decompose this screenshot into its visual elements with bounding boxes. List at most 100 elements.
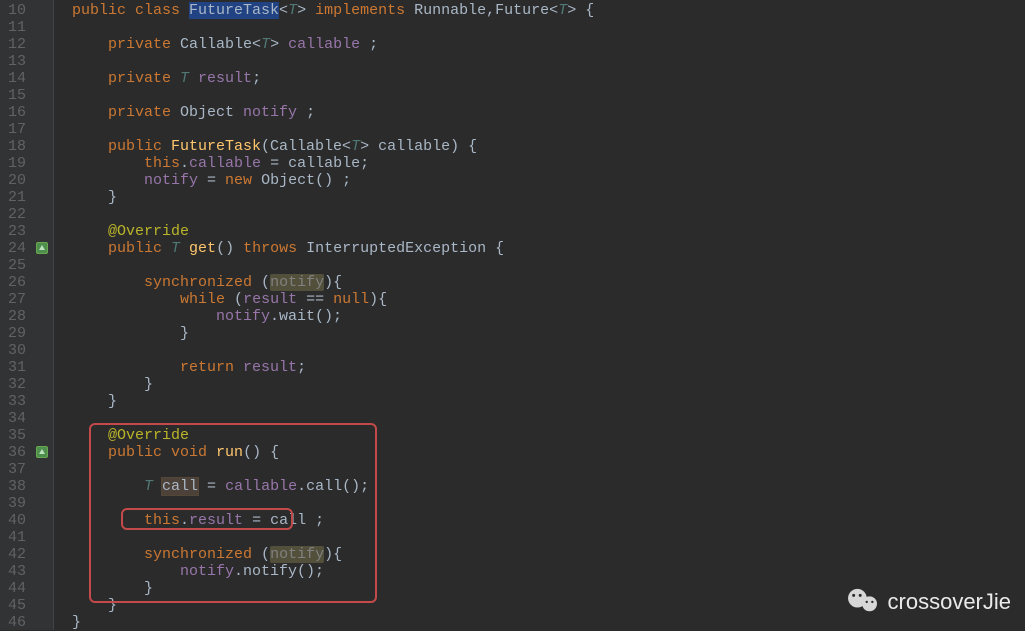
code-line[interactable]: T call = callable.call(); [72,478,1025,495]
line-number: 11 [4,19,26,36]
code-line[interactable]: this.callable = callable; [72,155,1025,172]
token: synchronized [144,546,261,563]
token: return [180,359,243,376]
token: get [189,240,216,257]
code-line[interactable]: this.result = call ; [72,512,1025,529]
line-number: 28 [4,308,26,325]
code-line[interactable]: while (result == null){ [72,291,1025,308]
code-line[interactable] [72,19,1025,36]
token: result [243,359,297,376]
token [72,580,144,597]
code-line[interactable]: private Callable<T> callable ; [72,36,1025,53]
code-line[interactable]: } [72,325,1025,342]
line-number: 10 [4,2,26,19]
code-line[interactable] [72,206,1025,223]
line-number: 14 [4,70,26,87]
code-line[interactable]: notify.notify(); [72,563,1025,580]
line-number: 23 [4,223,26,240]
token: } [108,597,117,614]
token: ){ [324,546,342,563]
code-line[interactable]: public FutureTask(Callable<T> callable) … [72,138,1025,155]
code-line[interactable] [72,257,1025,274]
code-line[interactable]: notify = new Object() ; [72,172,1025,189]
token [72,36,108,53]
token [72,546,144,563]
code-line[interactable] [72,53,1025,70]
token: run [216,444,243,461]
line-number: 34 [4,410,26,427]
code-line[interactable] [72,461,1025,478]
token: this [144,155,180,172]
token: notify [270,274,324,291]
token [72,104,108,121]
token [72,138,108,155]
code-line[interactable]: public class FutureTask<T> implements Ru… [72,2,1025,19]
token: } [144,580,153,597]
code-line[interactable]: private T result; [72,70,1025,87]
token: Callable< [180,36,261,53]
code-line[interactable]: } [72,393,1025,410]
token: .wait(); [270,308,342,325]
token: = callable; [261,155,369,172]
token [72,223,108,240]
code-area[interactable]: public class FutureTask<T> implements Ru… [64,0,1025,630]
override-marker-icon[interactable] [36,446,48,458]
token [72,70,108,87]
code-line[interactable]: synchronized (notify){ [72,546,1025,563]
token [72,512,144,529]
token: () [216,240,243,257]
token: Runnable [414,2,486,19]
code-line[interactable] [72,495,1025,512]
token: . [180,155,189,172]
token: FutureTask [189,2,279,19]
token: < [549,2,558,19]
token: T [144,478,162,495]
code-editor[interactable]: 1011121314151617181920212223242526272829… [0,0,1025,630]
token: ; [369,36,378,53]
code-line[interactable]: } [72,614,1025,631]
code-line[interactable]: public void run() { [72,444,1025,461]
token: Object() [261,172,342,189]
token [72,597,108,614]
token: ; [342,172,351,189]
token: ; [306,104,315,121]
token: T [180,70,198,87]
code-line[interactable] [72,342,1025,359]
code-line[interactable]: return result; [72,359,1025,376]
code-line[interactable]: @Override [72,223,1025,240]
code-line[interactable] [72,529,1025,546]
token: ; [252,70,261,87]
token: > [297,2,315,19]
code-line[interactable] [72,87,1025,104]
token: public class [72,2,189,19]
token: notify [144,172,198,189]
watermark: crossoverJie [846,587,1011,616]
token: > { [567,2,594,19]
token: while [180,291,234,308]
code-line[interactable] [72,121,1025,138]
token: < [279,2,288,19]
line-number: 40 [4,512,26,529]
line-number: 45 [4,597,26,614]
code-line[interactable]: } [72,189,1025,206]
token: > callable) { [360,138,477,155]
token: null [333,291,369,308]
token: private [108,104,180,121]
token: notify [270,546,324,563]
code-line[interactable]: } [72,376,1025,393]
token: new [225,172,261,189]
line-number: 18 [4,138,26,155]
token: ( [261,274,270,291]
override-marker-icon[interactable] [36,242,48,254]
line-number: 16 [4,104,26,121]
line-number: 13 [4,53,26,70]
code-line[interactable]: notify.wait(); [72,308,1025,325]
line-number: 29 [4,325,26,342]
code-line[interactable]: private Object notify ; [72,104,1025,121]
token: } [72,614,81,631]
code-line[interactable]: @Override [72,427,1025,444]
code-line[interactable] [72,410,1025,427]
line-number: 42 [4,546,26,563]
code-line[interactable]: public T get() throws InterruptedExcepti… [72,240,1025,257]
code-line[interactable]: synchronized (notify){ [72,274,1025,291]
